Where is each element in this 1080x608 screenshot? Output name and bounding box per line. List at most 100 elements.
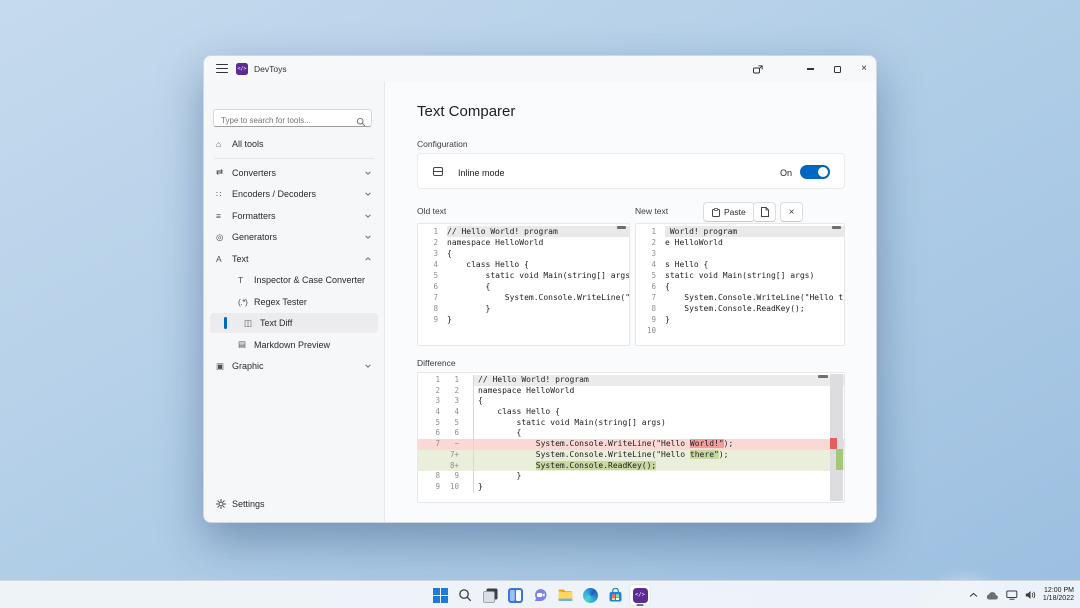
text-diff-icon: ◫	[244, 318, 260, 329]
formatters-icon: ≡	[216, 211, 232, 221]
old-line-number: 3	[418, 396, 440, 407]
taskbar-devtoys-icon[interactable]: </>	[629, 584, 651, 606]
sidebar: ⌂All tools ⇄Converters∷Encoders / Decoder…	[204, 82, 384, 522]
scrollbar-thumb[interactable]	[818, 375, 828, 378]
diff-line-text: System.Console.WriteLine("Hello World!")…	[473, 439, 844, 450]
diff-line-text: System.Console.WriteLine("Hello there");	[473, 450, 844, 461]
line-text: {	[665, 281, 844, 292]
old-line-number: 6	[418, 428, 440, 439]
page-title: Text Comparer	[417, 103, 515, 120]
taskbar-store-icon[interactable]	[604, 584, 626, 606]
taskbar-search-icon[interactable]	[454, 584, 476, 606]
taskbar-start-icon[interactable]	[429, 584, 451, 606]
onedrive-cloud-icon[interactable]	[985, 591, 999, 600]
code-line: 4s Hello {	[636, 259, 844, 270]
titlebar[interactable]: </> DevToys ×	[204, 56, 876, 82]
sidebar-item-graphic[interactable]: ▣Graphic	[210, 356, 378, 376]
sidebar-item-text-diff[interactable]: ◫Text Diff	[210, 313, 378, 333]
taskbar-widgets-icon[interactable]	[504, 584, 526, 606]
main-pane: Text Comparer Configuration Inline mode …	[384, 82, 876, 522]
line-number: 3	[418, 248, 438, 259]
new-line-number: 6	[440, 428, 459, 439]
sidebar-item-label: Graphic	[232, 361, 360, 371]
old-paste-button[interactable]: Paste	[703, 202, 755, 222]
line-number: 5	[418, 270, 438, 281]
line-number: 2	[418, 237, 438, 248]
code-line: 3	[636, 248, 844, 259]
sidebar-item-converters[interactable]: ⇄Converters	[210, 163, 378, 183]
clear-icon: ×	[789, 207, 795, 218]
sidebar-item-text[interactable]: AText	[210, 249, 378, 269]
line-text: }	[665, 314, 844, 325]
new-line-number: 9	[440, 471, 459, 482]
hidden-icons-chevron-up-icon[interactable]	[969, 592, 978, 598]
sidebar-item-generators[interactable]: ◎Generators	[210, 227, 378, 247]
close-button[interactable]: ×	[856, 62, 872, 76]
sidebar-item-regex-tester[interactable]: (.*)Regex Tester	[210, 292, 378, 312]
minimize-button[interactable]	[802, 62, 818, 76]
sidebar-item-label: Formatters	[232, 211, 360, 221]
home-icon: ⌂	[216, 139, 232, 149]
hamburger-menu-icon[interactable]	[216, 64, 228, 74]
search-input[interactable]	[214, 113, 371, 129]
devtoys-badge: </>	[633, 588, 648, 603]
sidebar-item-encoders-decoders[interactable]: ∷Encoders / Decoders	[210, 184, 378, 204]
sidebar-item-all-tools[interactable]: ⌂All tools	[210, 134, 378, 154]
old-open-file-button[interactable]	[753, 202, 776, 222]
taskbar-clock[interactable]: 12:00 PM 1/18/2022	[1043, 587, 1074, 604]
new-line-number: 4	[440, 407, 459, 418]
desktop: </> DevToys × ⌂All tools ⇄Converters∷Enco…	[0, 0, 1080, 608]
taskbar-edge-icon[interactable]	[579, 584, 601, 606]
inline-mode-toggle[interactable]	[800, 165, 830, 179]
code-line: 5static void Main(string[] args)	[636, 270, 844, 281]
line-number: 9	[418, 314, 438, 325]
diff-overview-ruler	[830, 374, 843, 501]
new-line-number: −	[440, 439, 459, 450]
sidebar-item-settings[interactable]: Settings	[210, 494, 378, 514]
line-text: {	[447, 248, 629, 259]
taskbar: </> 12:00 PM 1/18/2022	[0, 580, 1080, 608]
diff-row-context: 33{	[418, 396, 844, 407]
diff-line-text: class Hello {	[473, 407, 844, 418]
scrollbar-thumb[interactable]	[832, 226, 841, 229]
new-text-editor[interactable]: 1 World! program2e HelloWorld34s Hello {…	[635, 223, 845, 346]
difference-editor[interactable]: 11// Hello World! program22namespace Hel…	[417, 372, 845, 503]
diff-row-context: 910}	[418, 482, 844, 493]
line-number: 6	[418, 281, 438, 292]
scrollbar-thumb[interactable]	[617, 226, 626, 229]
new-line-number: 1	[440, 375, 459, 386]
diff-row-context: 55 static void Main(string[] args)	[418, 418, 844, 429]
volume-icon[interactable]	[1025, 590, 1036, 600]
sidebar-item-label: Generators	[232, 232, 360, 242]
chevron-down-icon	[364, 362, 372, 370]
regex-icon: (.*)	[238, 297, 254, 307]
network-icon[interactable]	[1006, 590, 1018, 600]
taskbar-file-explorer-icon[interactable]	[554, 584, 576, 606]
sidebar-item-formatters[interactable]: ≡Formatters	[210, 206, 378, 226]
old-text-editor[interactable]: 1// Hello World! program2namespace Hello…	[417, 223, 630, 346]
old-line-number: 4	[418, 407, 440, 418]
diff-line-text: }	[473, 482, 844, 493]
code-line: 6{	[636, 281, 844, 292]
new-editor-lines: 1 World! program2e HelloWorld34s Hello {…	[636, 226, 844, 336]
old-clear-button[interactable]: ×	[780, 202, 803, 222]
sidebar-item-label: Converters	[232, 168, 360, 178]
compact-overlay-button[interactable]	[750, 62, 766, 76]
minimize-icon	[807, 68, 814, 69]
old-line-number: 7	[418, 439, 440, 450]
taskbar-task-view-icon[interactable]	[479, 584, 501, 606]
code-line: 2namespace HelloWorld	[418, 237, 629, 248]
diff-row-context: 89 }	[418, 471, 844, 482]
maximize-button[interactable]	[829, 62, 845, 76]
sidebar-item-label: Text Diff	[260, 318, 372, 328]
settings-label: Settings	[232, 499, 372, 509]
tool-search-box	[213, 109, 372, 127]
taskbar-chat-icon[interactable]	[529, 584, 551, 606]
toggle-state-label: On	[780, 168, 792, 178]
sidebar-item-inspector-case-converter[interactable]: TInspector & Case Converter	[210, 270, 378, 290]
diff-rows: 11// Hello World! program22namespace Hel…	[418, 375, 844, 493]
sidebar-item-label: Regex Tester	[254, 297, 372, 307]
old-line-number: 8	[418, 471, 440, 482]
sidebar-item-markdown-preview[interactable]: ▤Markdown Preview	[210, 335, 378, 355]
code-line: 4 class Hello {	[418, 259, 629, 270]
